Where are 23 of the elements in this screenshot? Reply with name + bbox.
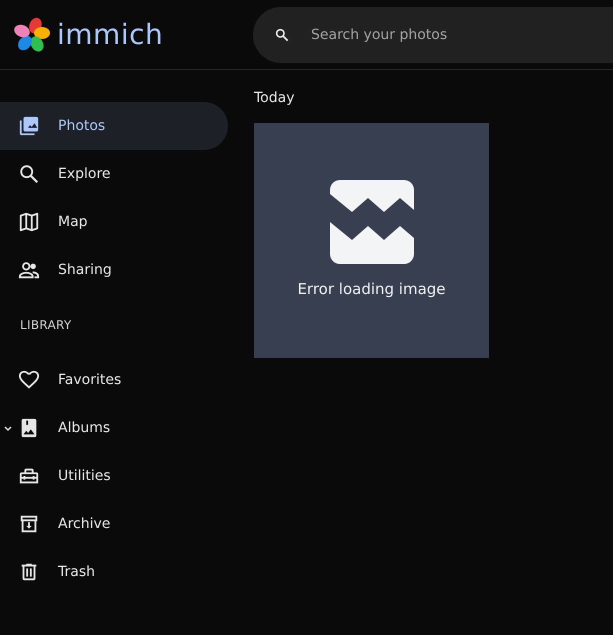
sidebar-item[interactable]: Sharing	[0, 246, 228, 294]
search-field[interactable]: Search your photos	[253, 6, 613, 62]
search-icon	[274, 26, 290, 42]
people-icon	[18, 259, 40, 281]
logo-icon	[14, 16, 50, 52]
sidebar-item[interactable]: Favorites	[0, 356, 228, 404]
archive-box-icon	[18, 513, 40, 535]
logo-text: immich	[57, 16, 164, 52]
sidebar-item[interactable]: Trash	[0, 548, 228, 596]
sidebar-item[interactable]: Explore	[0, 150, 228, 198]
sidebar-item[interactable]: Archive	[0, 500, 228, 548]
sidebar-item[interactable]: Map	[0, 198, 228, 246]
sidebar-item[interactable]: Photos	[0, 102, 228, 150]
search-icon	[18, 163, 40, 185]
photos-icon	[18, 115, 40, 137]
map-icon	[18, 211, 40, 233]
broken-image-icon	[330, 180, 414, 264]
sidebar-item[interactable]: Albums	[0, 404, 228, 452]
error-message: Error loading image	[297, 279, 446, 300]
heart-icon	[18, 369, 40, 391]
sidebar-item[interactable]: Utilities	[0, 452, 228, 500]
section-title: LIBRARY	[19, 317, 73, 334]
group-title: Today	[254, 89, 296, 108]
